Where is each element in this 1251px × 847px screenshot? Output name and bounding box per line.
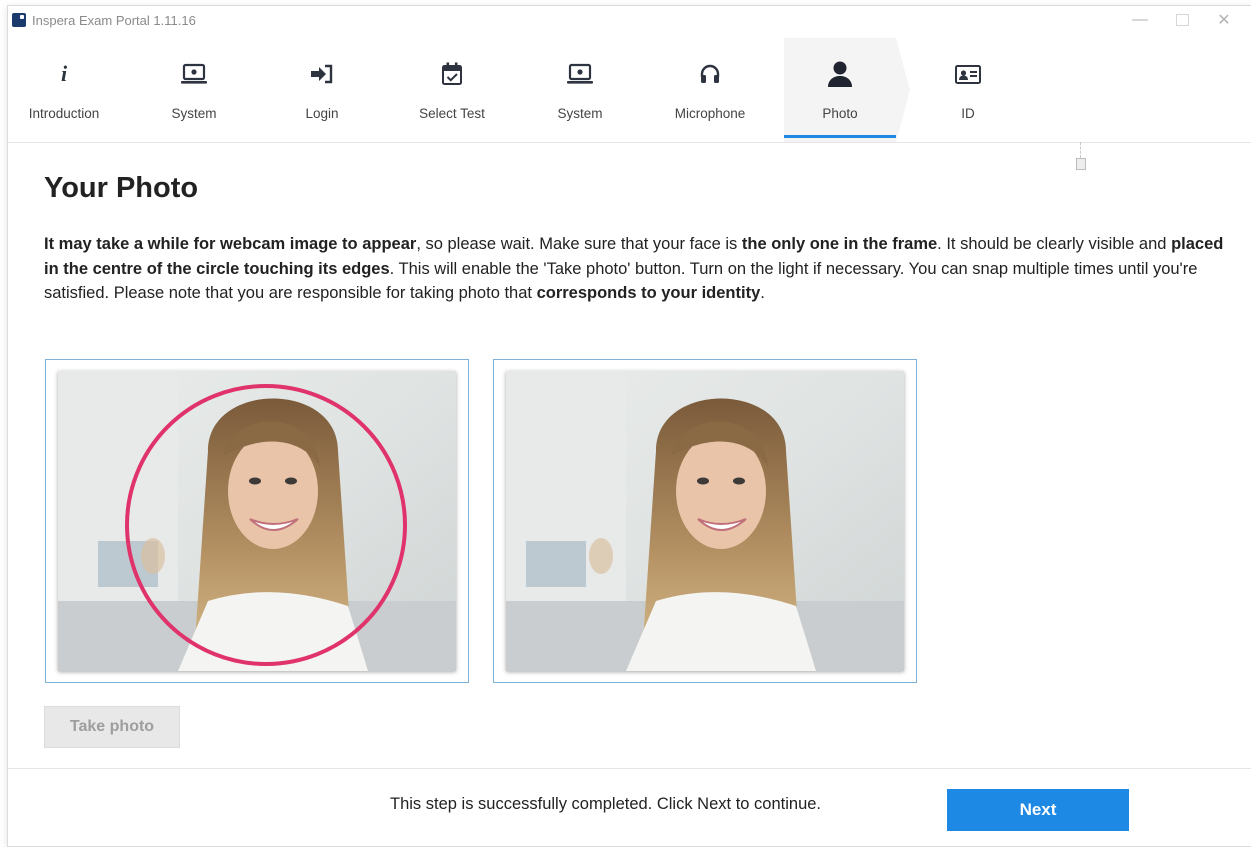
active-step-underline: [784, 135, 896, 138]
step-select-test[interactable]: Select Test: [396, 38, 508, 142]
maximize-button[interactable]: [1161, 6, 1203, 34]
captured-photo-frame: [493, 359, 917, 683]
step-label: Photo: [822, 106, 858, 121]
instruction-segment: .: [760, 284, 765, 302]
app-window: Inspera Exam Portal 1.11.16 — ✕ i Introd…: [8, 6, 1251, 846]
instruction-segment: , so please wait. Make sure that your fa…: [416, 235, 742, 253]
resize-handle[interactable]: [1076, 158, 1086, 170]
calendar-check-icon: [440, 60, 464, 88]
instruction-segment: . It should be clearly visible and: [937, 235, 1172, 253]
status-message: This step is successfully completed. Cli…: [390, 795, 822, 813]
step-label: ID: [961, 106, 975, 121]
step-microphone[interactable]: Microphone: [654, 38, 766, 142]
step-system-2[interactable]: System: [524, 38, 636, 142]
maximize-icon: [1175, 14, 1189, 26]
id-card-icon: [954, 60, 982, 88]
headphones-icon: [698, 60, 722, 88]
captured-photo-image: [506, 371, 904, 671]
window-title: Inspera Exam Portal 1.11.16: [32, 12, 196, 28]
step-introduction[interactable]: i Introduction: [8, 38, 120, 142]
instruction-segment: the only one in the frame: [741, 235, 938, 253]
step-system[interactable]: System: [138, 38, 250, 142]
laptop-icon: [566, 60, 594, 88]
take-photo-button[interactable]: Take photo: [44, 706, 180, 748]
resize-handle-line: [1080, 142, 1081, 158]
webcam-preview-frame: [45, 359, 469, 683]
step-label: System: [557, 106, 603, 121]
step-photo[interactable]: Photo: [784, 38, 910, 142]
person-icon: [827, 60, 853, 88]
step-label: Introduction: [28, 106, 100, 121]
step-label: System: [171, 106, 217, 121]
instruction-segment: It may take a while for webcam image to …: [44, 235, 417, 253]
step-login[interactable]: Login: [266, 38, 378, 142]
close-button[interactable]: ✕: [1203, 6, 1245, 34]
instruction-segment: corresponds to your identity: [536, 284, 761, 302]
info-icon: i: [60, 61, 68, 86]
close-icon: ✕: [1217, 12, 1231, 29]
laptop-icon: [180, 60, 208, 88]
login-arrow-icon: [309, 60, 335, 88]
title-bar: Inspera Exam Portal 1.11.16 — ✕: [8, 6, 1251, 34]
step-label: Login: [305, 106, 339, 121]
minimize-button[interactable]: —: [1119, 6, 1161, 34]
webcam-live-image: [58, 371, 456, 671]
step-navigation: i Introduction System Login Select Test: [8, 38, 1251, 143]
app-logo-icon: [12, 13, 26, 27]
step-id[interactable]: ID: [912, 38, 1024, 142]
minimize-icon: —: [1132, 11, 1148, 28]
next-button[interactable]: Next: [947, 789, 1129, 831]
step-label: Select Test: [419, 106, 485, 121]
page-title: Your Photo: [44, 172, 199, 204]
footer-bar: This step is successfully completed. Cli…: [8, 768, 1251, 847]
step-label: Microphone: [674, 106, 746, 121]
instructions-text: It may take a while for webcam image to …: [44, 232, 1224, 306]
window-controls: — ✕: [1119, 6, 1245, 34]
